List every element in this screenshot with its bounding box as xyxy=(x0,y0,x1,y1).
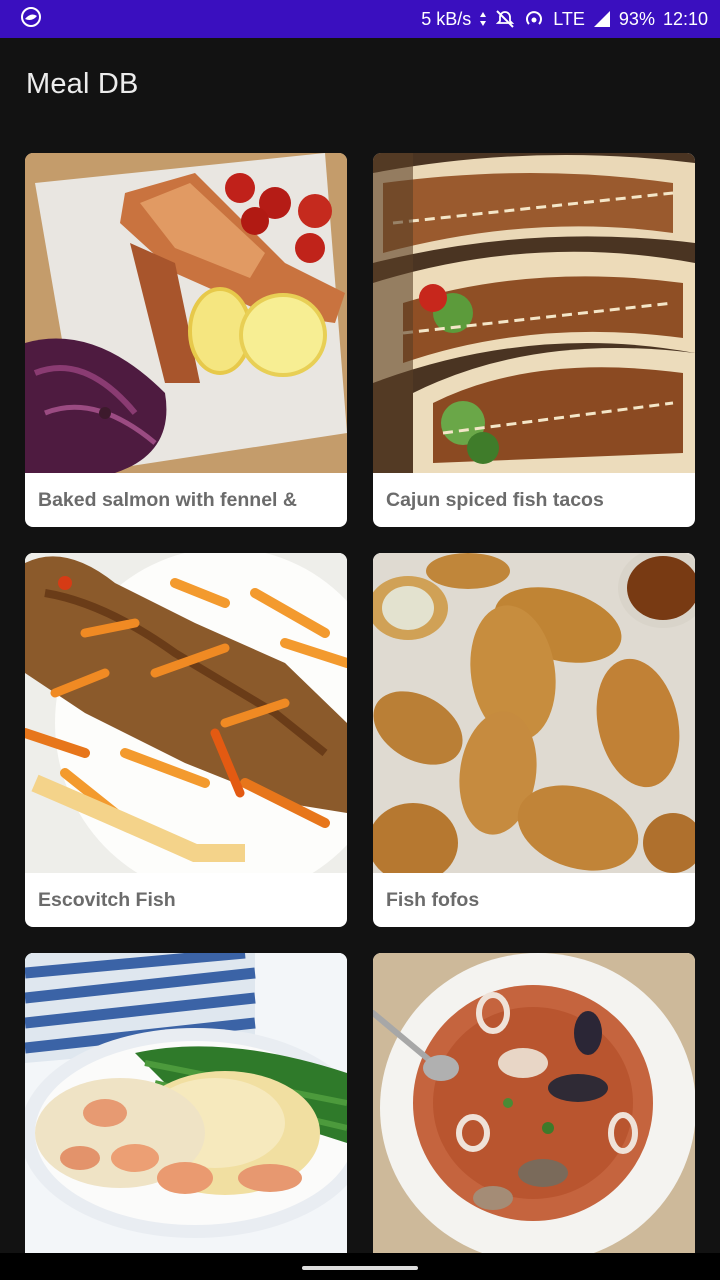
home-gesture-handle[interactable] xyxy=(302,1266,418,1270)
meal-image xyxy=(25,953,347,1253)
system-nav-bar xyxy=(0,1253,720,1280)
meal-title: Escovitch Fish xyxy=(38,888,176,911)
meal-image xyxy=(25,153,347,473)
meal-image xyxy=(373,953,695,1253)
meal-card[interactable]: Baked salmon with fennel & xyxy=(25,153,347,527)
meal-image xyxy=(373,153,695,473)
meal-card[interactable] xyxy=(25,953,347,1253)
meal-grid: Baked salmon with fennel & Cajun spiced … xyxy=(0,0,720,1280)
meal-image xyxy=(373,553,695,873)
meal-card[interactable]: Cajun spiced fish tacos xyxy=(373,153,695,527)
meal-title: Fish fofos xyxy=(386,888,480,911)
meal-image xyxy=(25,553,347,873)
meal-card[interactable] xyxy=(373,953,695,1253)
meal-card[interactable]: Fish fofos xyxy=(373,553,695,927)
meal-card[interactable]: Escovitch Fish xyxy=(25,553,347,927)
meal-title: Cajun spiced fish tacos xyxy=(386,488,604,511)
meal-title: Baked salmon with fennel & xyxy=(38,488,297,511)
